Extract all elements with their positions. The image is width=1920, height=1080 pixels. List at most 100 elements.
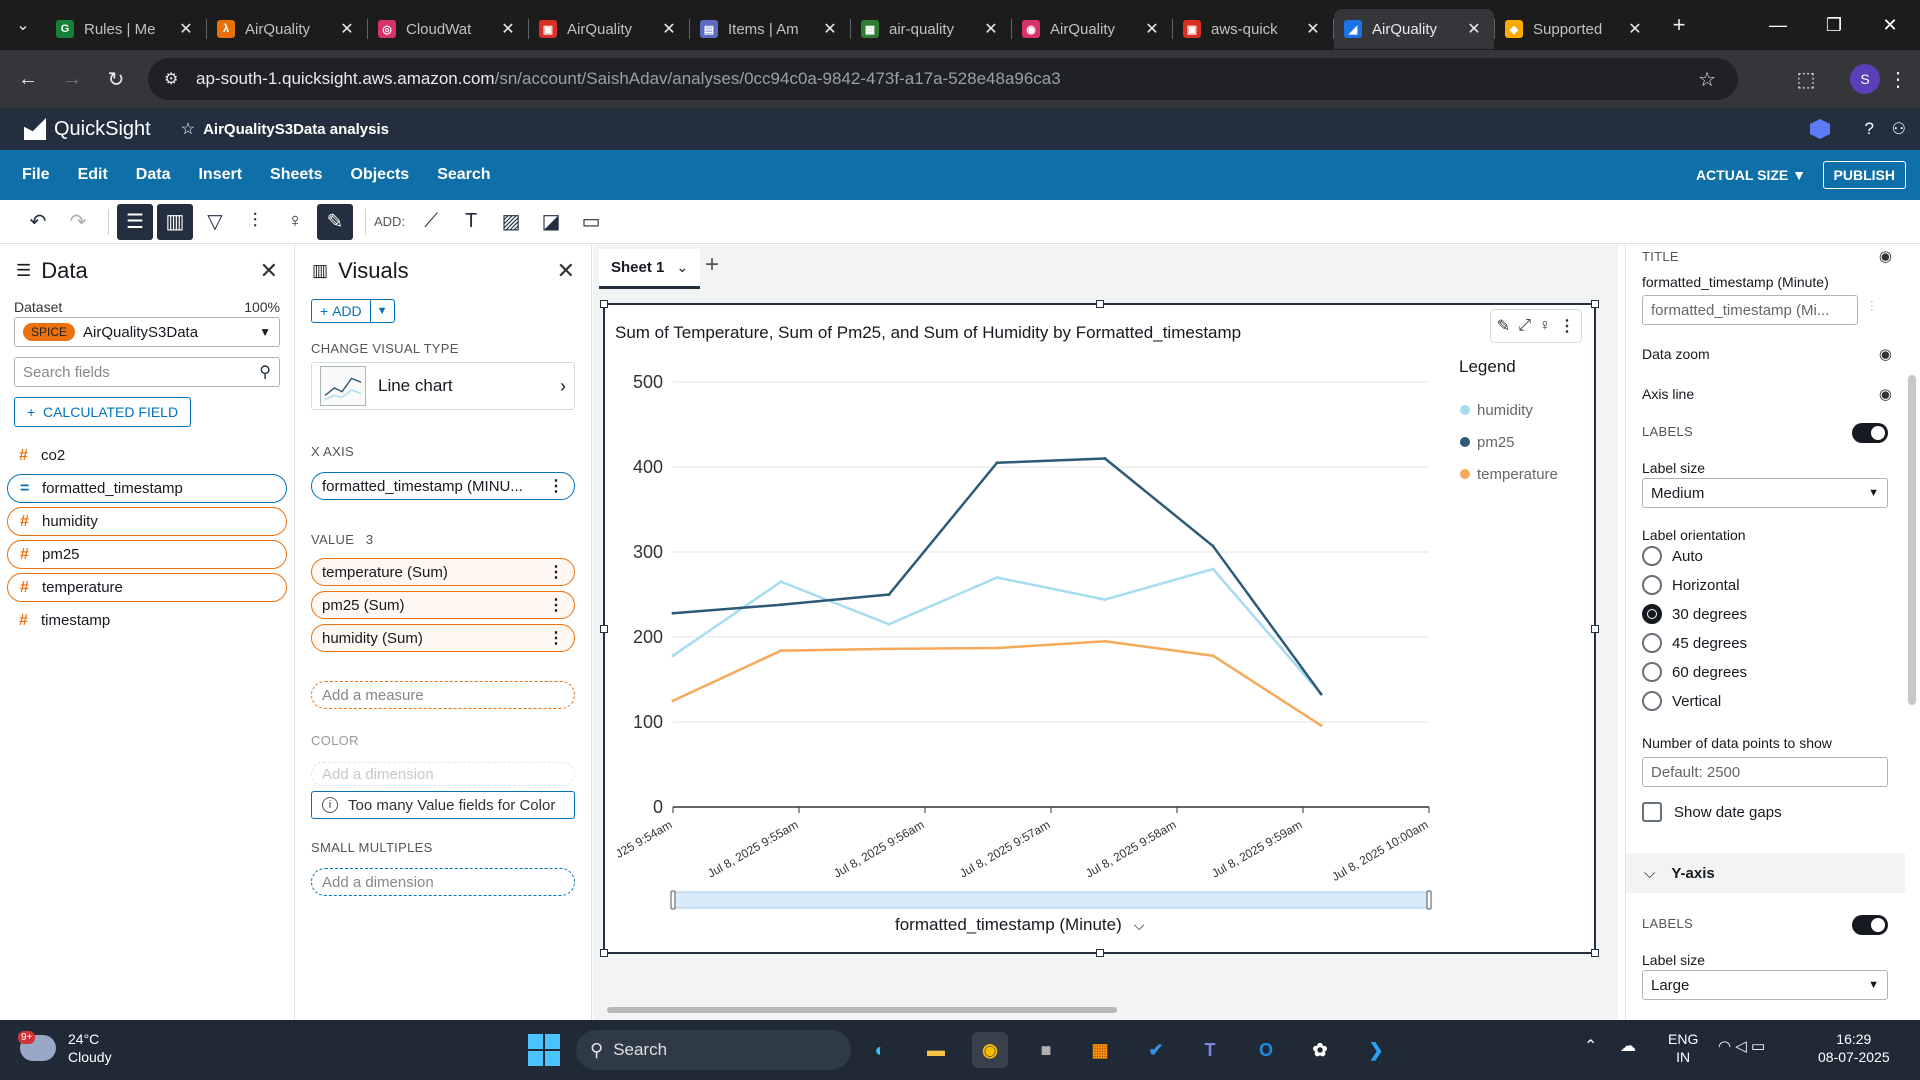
data-pane-toggle-icon[interactable]: ☰ — [117, 203, 153, 240]
field-menu-icon[interactable]: ⋮ — [548, 595, 564, 615]
restore-window-icon[interactable]: ❐ — [1804, 0, 1864, 50]
chatgpt-icon[interactable]: ✿ — [1302, 1032, 1338, 1068]
field-menu-icon[interactable]: ⋮ — [548, 628, 564, 648]
add-sheet-icon[interactable]: + — [705, 251, 719, 279]
new-tab-button[interactable]: + — [1661, 7, 1697, 43]
orientation-radio-60-degrees[interactable]: 60 degrees — [1642, 662, 1747, 682]
y-label-size-select[interactable]: Large ▼ — [1642, 970, 1888, 1000]
menu-item-insert[interactable]: Insert — [184, 166, 256, 184]
edge-icon[interactable]: ◐ — [862, 1032, 898, 1068]
extensions-icon[interactable]: ⬚ — [1784, 57, 1828, 101]
menu-item-edit[interactable]: Edit — [64, 166, 122, 184]
browser-tab[interactable]: ◎ CloudWat ✕ — [368, 9, 528, 49]
filter-icon[interactable]: ▽ — [197, 204, 233, 240]
network-volume-battery-icons[interactable]: ◠ ◁ ▭ — [1718, 1038, 1765, 1056]
add-text-icon[interactable]: T — [453, 204, 489, 240]
app-icon[interactable]: ■ — [1028, 1032, 1064, 1068]
clock[interactable]: 16:29 08-07-2025 — [1818, 1030, 1890, 1066]
favorite-star-icon[interactable]: ☆ — [181, 119, 195, 139]
browser-tab[interactable]: ▤ Items | Am ✕ — [690, 9, 850, 49]
x-axis-field-well[interactable]: formatted_timestamp (MINU... ⋮ — [311, 472, 575, 500]
insert-parameter-icon[interactable]: ⫶ — [1870, 298, 1874, 315]
format-visual-icon[interactable]: ✎ — [317, 203, 353, 240]
field-item-timestamp[interactable]: # timestamp — [7, 606, 287, 635]
orientation-radio-auto[interactable]: Auto — [1642, 546, 1703, 566]
tab-close-icon[interactable]: ✕ — [659, 19, 679, 39]
tab-close-icon[interactable]: ✕ — [1464, 19, 1484, 39]
small-multiples-add-well[interactable]: Add a dimension — [311, 868, 575, 896]
reload-icon[interactable]: ↻ — [94, 57, 138, 101]
browser-tab[interactable]: ▣ AirQuality ✕ — [529, 9, 689, 49]
close-window-icon[interactable]: ✕ — [1860, 0, 1920, 50]
close-visuals-pane-icon[interactable]: ✕ — [557, 258, 575, 284]
tray-overflow-icon[interactable]: ⌃ — [1584, 1038, 1597, 1056]
add-visual-button[interactable]: + ADD ▼ — [311, 299, 395, 323]
amazon-q-icon[interactable] — [1810, 119, 1830, 139]
tab-close-icon[interactable]: ✕ — [820, 19, 840, 39]
horizontal-scrollbar[interactable] — [607, 1007, 1117, 1013]
insights-icon[interactable]: ♀ — [277, 204, 313, 240]
forward-icon[interactable]: → — [50, 57, 94, 101]
redo-icon[interactable]: ↷ — [60, 204, 96, 240]
menu-item-data[interactable]: Data — [122, 166, 185, 184]
site-info-icon[interactable]: ⚙ — [164, 69, 184, 89]
x-axis-title[interactable]: formatted_timestamp (Minute) ⌵ — [895, 915, 1144, 935]
field-item-pm25[interactable]: # pm25 — [7, 540, 287, 569]
publish-button[interactable]: PUBLISH — [1822, 161, 1906, 189]
field-menu-icon[interactable]: ⋮ — [548, 476, 564, 496]
y-axis-section-header[interactable]: ⌵ Y-axis — [1626, 853, 1905, 893]
browser-tab[interactable]: ◢ AirQuality ✕ — [1334, 9, 1494, 49]
menu-item-file[interactable]: File — [0, 166, 64, 184]
parameters-icon[interactable]: ⫶ — [237, 204, 273, 240]
microsoft-store-icon[interactable]: ▦ — [1082, 1032, 1118, 1068]
add-embed-icon[interactable]: ▭ — [573, 204, 609, 240]
add-insight-icon[interactable]: ◪ — [533, 204, 569, 240]
add-visual-icon[interactable]: ⟋ — [413, 204, 449, 240]
quicksight-logo[interactable]: QuickSight — [0, 118, 151, 141]
y-labels-toggle[interactable] — [1852, 915, 1888, 935]
chrome-icon[interactable]: ◉ — [972, 1032, 1008, 1068]
browser-tab[interactable]: G Rules | Me ✕ — [46, 9, 206, 49]
labels-toggle[interactable] — [1852, 423, 1888, 443]
field-item-temperature[interactable]: # temperature — [7, 573, 287, 602]
menu-item-sheets[interactable]: Sheets — [256, 166, 336, 184]
calculated-field-button[interactable]: + CALCULATED FIELD — [14, 397, 192, 427]
menu-item-search[interactable]: Search — [423, 166, 504, 184]
value-field-well[interactable]: temperature (Sum) ⋮ — [311, 558, 575, 586]
back-icon[interactable]: ← — [6, 57, 50, 101]
menu-item-objects[interactable]: Objects — [337, 166, 424, 184]
eye-icon[interactable]: ◉ — [1879, 247, 1892, 265]
taskbar-search[interactable]: ⚲ Search — [576, 1030, 851, 1070]
search-fields-input[interactable]: Search fields ⚲ — [14, 357, 280, 387]
field-item-co2[interactable]: # co2 — [7, 441, 287, 470]
visual-type-selector[interactable]: Line chart › — [311, 362, 575, 410]
field-menu-icon[interactable]: ⋮ — [548, 562, 564, 582]
user-icon[interactable]: ⚇ — [1892, 119, 1906, 139]
tab-close-icon[interactable]: ✕ — [1142, 19, 1162, 39]
file-explorer-icon[interactable]: ▬ — [918, 1032, 954, 1068]
orientation-radio-horizontal[interactable]: Horizontal — [1642, 575, 1740, 595]
axis-title-input[interactable]: formatted_timestamp (Mi... — [1642, 295, 1858, 325]
onedrive-icon[interactable]: ☁ — [1620, 1038, 1636, 1056]
add-measure-well[interactable]: Add a measure — [311, 681, 575, 709]
label-size-select[interactable]: Medium ▼ — [1642, 478, 1888, 508]
value-field-well[interactable]: pm25 (Sum) ⋮ — [311, 591, 575, 619]
browser-tab[interactable]: ▣ aws-quick ✕ — [1173, 9, 1333, 49]
line-chart-visual[interactable]: Sum of Temperature, Sum of Pm25, and Sum… — [600, 300, 1599, 957]
analysis-title[interactable]: ☆ AirQualityS3Data analysis — [181, 119, 389, 139]
value-field-well[interactable]: humidity (Sum) ⋮ — [311, 624, 575, 652]
sheet-tab[interactable]: Sheet 1 ⌄ — [599, 249, 701, 289]
dataset-select[interactable]: SPICE AirQualityS3Data ▼ — [14, 317, 280, 347]
todo-icon[interactable]: ✔ — [1138, 1032, 1174, 1068]
tab-close-icon[interactable]: ✕ — [176, 19, 196, 39]
data-zoom-eye-icon[interactable]: ◉ — [1879, 345, 1892, 363]
browser-menu-icon[interactable]: ⋮ — [1876, 57, 1920, 101]
browser-tab[interactable]: ▦ air-quality ✕ — [851, 9, 1011, 49]
axis-line-eye-icon[interactable]: ◉ — [1879, 385, 1892, 403]
vertical-scrollbar[interactable] — [1908, 375, 1916, 705]
tab-close-icon[interactable]: ✕ — [498, 19, 518, 39]
chevron-down-icon[interactable]: ⌄ — [676, 259, 688, 276]
field-item-humidity[interactable]: # humidity — [7, 507, 287, 536]
actual-size-dropdown[interactable]: ACTUAL SIZE ▼ — [1696, 167, 1806, 183]
orientation-radio-vertical[interactable]: Vertical — [1642, 691, 1721, 711]
